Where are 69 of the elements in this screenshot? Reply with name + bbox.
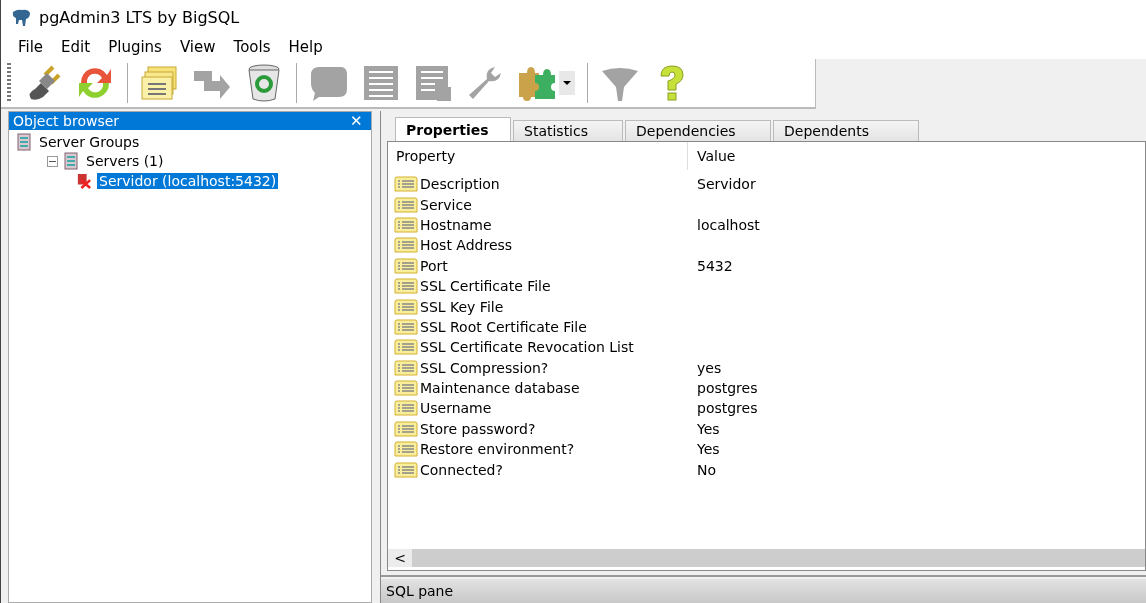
property-icon — [394, 176, 418, 193]
property-name: Username — [420, 400, 492, 417]
tab[interactable]: Properties — [395, 117, 511, 141]
panel-title: Object browser — [13, 113, 120, 129]
property-name: SSL Key File — [420, 298, 504, 315]
menu-item[interactable]: Edit — [52, 38, 100, 56]
tab[interactable]: Dependencies — [625, 120, 771, 141]
property-name: Service — [420, 196, 472, 213]
property-name: Host Address — [420, 237, 513, 254]
menu-item[interactable]: Help — [279, 38, 332, 56]
property-icon — [394, 237, 418, 254]
menu-item[interactable]: Plugins — [99, 38, 171, 56]
horizontal-scrollbar[interactable]: < — [388, 549, 1145, 567]
property-icon — [394, 359, 418, 376]
property-icon — [394, 420, 418, 437]
property-name: Port — [420, 257, 448, 274]
property-name: Maintenance database — [420, 380, 580, 397]
property-name: SSL Root Certificate File — [420, 318, 587, 335]
property-name: SSL Compression? — [420, 359, 549, 376]
property-icon — [394, 278, 418, 295]
property-icon — [394, 196, 418, 213]
property-icon — [394, 298, 418, 315]
property-name: SSL Certificate Revocation List — [420, 339, 634, 356]
caret-icon — [562, 80, 572, 86]
property-name: Connected? — [420, 461, 503, 478]
property-icon — [394, 380, 418, 397]
tab[interactable]: Statistics — [513, 120, 623, 141]
menu-item[interactable]: File — [9, 38, 53, 56]
property-icon — [394, 257, 418, 274]
property-icon — [394, 216, 418, 233]
property-value: Yes — [697, 420, 720, 437]
menu-item[interactable]: Tools — [224, 38, 280, 56]
server-stack-icon — [64, 152, 78, 171]
sql-pane-title: SQL pane — [386, 583, 454, 599]
collapse-toggle[interactable] — [47, 155, 58, 167]
menu-item[interactable]: View — [170, 38, 225, 56]
scroll-left-button[interactable]: < — [388, 549, 412, 567]
property-icon — [394, 441, 418, 458]
property-icon — [394, 339, 418, 356]
close-button[interactable]: ✕ — [346, 112, 367, 130]
column-header[interactable]: Property — [388, 142, 688, 170]
elephant-icon — [11, 8, 31, 27]
tree-item[interactable]: Servidor (localhost:5432) — [97, 172, 279, 189]
property-name: Hostname — [420, 216, 492, 233]
property-value: No — [697, 461, 717, 478]
property-name: Restore environment? — [420, 441, 575, 458]
property-name: Store password? — [420, 420, 536, 437]
property-icon — [394, 461, 418, 478]
property-name: Description — [420, 176, 500, 193]
dropdown-button[interactable] — [559, 71, 575, 95]
toolbar-grip[interactable] — [7, 63, 11, 103]
property-value: 5432 — [697, 257, 733, 274]
tree-item[interactable]: Servers (1) — [84, 153, 166, 170]
tab[interactable]: Dependents — [773, 120, 919, 141]
column-header[interactable]: Value — [688, 142, 736, 170]
property-name: SSL Certificate File — [420, 278, 551, 295]
folders-icon[interactable] — [140, 63, 180, 103]
window-title: pgAdmin3 LTS by BigSQL — [39, 8, 240, 27]
server-stack-icon — [17, 132, 31, 151]
property-icon — [394, 318, 418, 335]
property-value: Servidor — [697, 176, 756, 193]
property-value: yes — [697, 359, 722, 376]
disconnected-server-icon — [77, 171, 91, 190]
property-value: Yes — [697, 441, 720, 458]
property-value: localhost — [697, 216, 760, 233]
property-icon — [394, 400, 418, 417]
property-value: postgres — [697, 380, 758, 397]
tree-item[interactable]: Server Groups — [37, 133, 142, 150]
property-value: postgres — [697, 400, 758, 417]
